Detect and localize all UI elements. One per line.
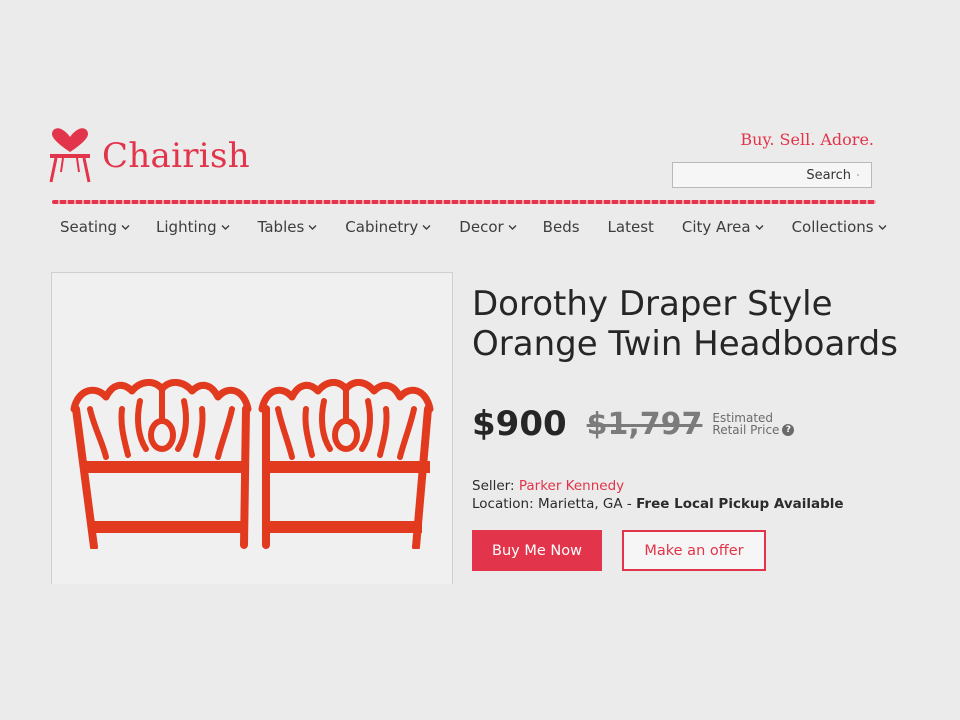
product-image-panel[interactable] [51, 272, 453, 584]
nav-item-collections[interactable]: Collections [792, 218, 887, 236]
nav-item-tables[interactable]: Tables [258, 218, 318, 236]
nav-item-latest[interactable]: Latest [608, 218, 654, 236]
location-value: Marietta, GA - [537, 496, 632, 512]
nav-item-seating[interactable]: Seating [60, 218, 130, 236]
pickup-note: Free Local Pickup Available [636, 496, 844, 512]
nav-item-label: Latest [607, 218, 654, 236]
nav-item-decor[interactable]: Decor [459, 218, 517, 236]
nav-item-label: Seating [60, 218, 118, 236]
nav-item-label: Decor [459, 218, 504, 236]
category-nav: Seating Lighting Tables Cabinetry Decor … [60, 218, 887, 236]
chevron-down-icon [755, 225, 764, 230]
nav-item-label: Lighting [156, 218, 217, 236]
chevron-down-icon [221, 225, 230, 230]
seller-line: Seller: Parker Kennedy [472, 476, 624, 496]
logo-text: Chairish [102, 136, 250, 176]
nav-item-label: Collections [791, 218, 874, 236]
product-title: Dorothy Draper Style Orange Twin Headboa… [472, 284, 898, 364]
chevron-down-icon [308, 225, 317, 230]
retail-price-label: Estimated Retail Price? [712, 412, 795, 437]
nav-item-label: Tables [257, 218, 305, 236]
retail-price: $1,797 [586, 406, 703, 442]
nav-item-cabinetry[interactable]: Cabinetry [345, 218, 431, 236]
chevron-down-icon [121, 225, 130, 230]
nav-item-city-area[interactable]: City Area [682, 218, 764, 236]
retail-label-line2: Retail Price [712, 422, 780, 437]
buy-now-button[interactable]: Buy Me Now [472, 530, 602, 571]
nav-item-lighting[interactable]: Lighting [156, 218, 230, 236]
search-box[interactable] [672, 162, 872, 188]
nav-item-label: City Area [681, 218, 751, 236]
price-row: $900 $1,797 Estimated Retail Price? [472, 404, 795, 444]
chevron-down-icon [422, 225, 431, 230]
search-input[interactable] [673, 167, 857, 183]
nav-item-label: Beds [542, 218, 580, 236]
current-price: $900 [472, 404, 567, 444]
make-offer-button[interactable]: Make an offer [622, 530, 766, 571]
tagline: Buy. Sell. Adore. [740, 130, 874, 149]
search-icon[interactable] [857, 168, 859, 182]
product-image [70, 379, 434, 549]
nav-item-label: Cabinetry [345, 218, 419, 236]
location-label: Location: [472, 496, 534, 512]
location-line: Location: Marietta, GA - Free Local Pick… [472, 494, 844, 514]
heart-chair-icon [49, 128, 91, 183]
nav-item-beds[interactable]: Beds [543, 218, 580, 236]
help-icon[interactable]: ? [782, 424, 795, 437]
chairish-logo[interactable]: Chairish [48, 128, 250, 184]
chevron-down-icon [508, 225, 517, 230]
chevron-down-icon [878, 225, 887, 230]
seller-link[interactable]: Parker Kennedy [519, 478, 624, 494]
header-divider [52, 200, 876, 204]
seller-label: Seller: [472, 478, 515, 494]
